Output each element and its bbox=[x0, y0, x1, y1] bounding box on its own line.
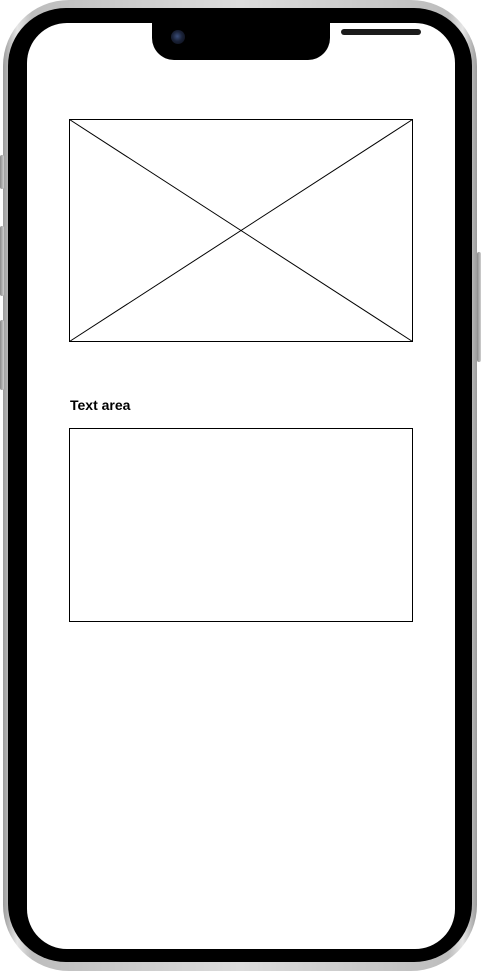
speaker-grille bbox=[341, 29, 421, 35]
text-area-label: Text area bbox=[70, 397, 131, 413]
volume-down-button bbox=[0, 320, 4, 390]
text-area-input[interactable] bbox=[69, 428, 413, 622]
mute-switch bbox=[0, 155, 4, 189]
image-placeholder bbox=[69, 119, 413, 342]
power-button bbox=[477, 252, 481, 362]
phone-mockup: Text area bbox=[0, 0, 481, 972]
volume-up-button bbox=[0, 226, 4, 296]
front-camera-icon bbox=[171, 30, 185, 44]
notch bbox=[152, 20, 421, 60]
